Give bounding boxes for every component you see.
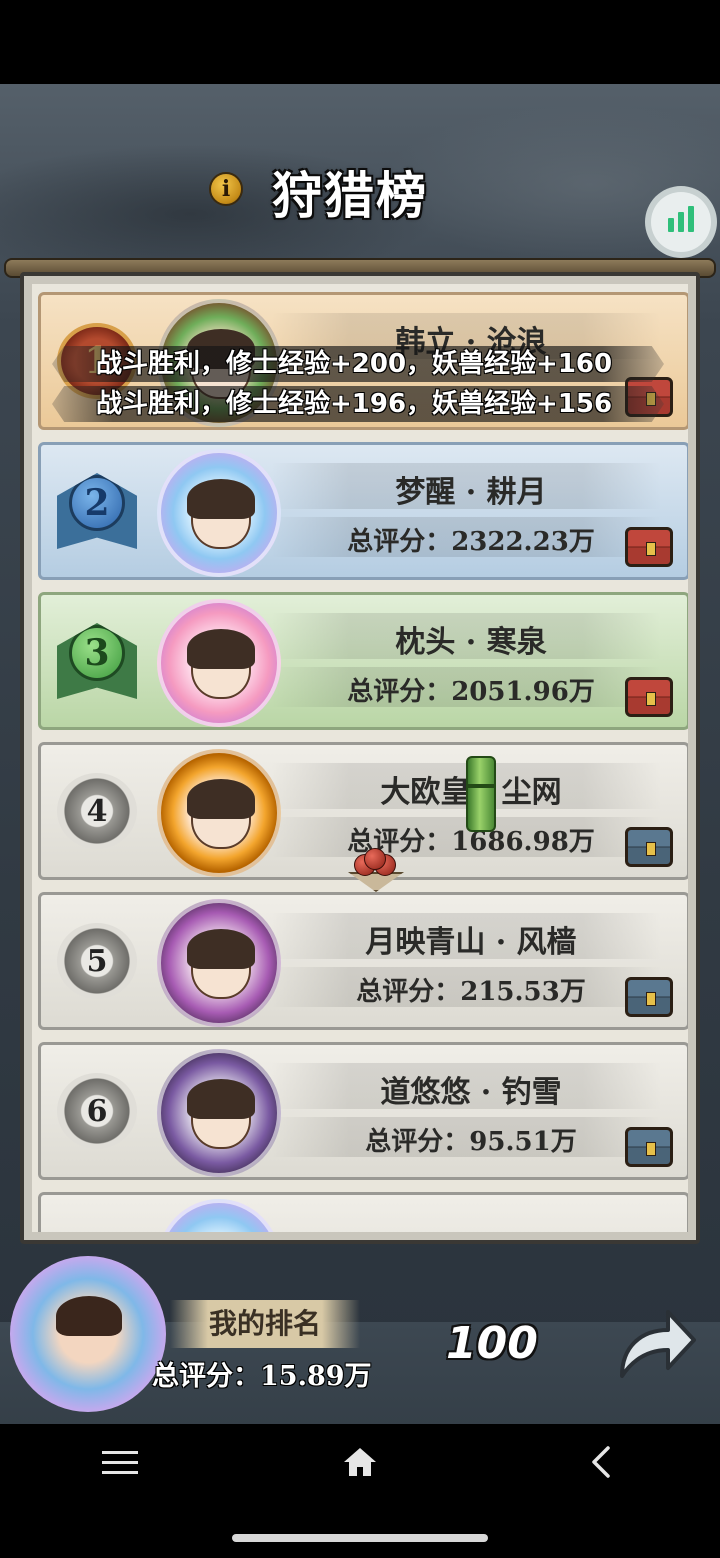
system-nav-bar [0,1424,720,1558]
player-name: 道悠悠 · 钓雪 [380,1075,562,1110]
stats-button[interactable] [645,186,717,258]
avatar-hair [187,629,255,669]
status-bar-area [0,0,720,84]
rank-badge: 6 [57,1073,137,1149]
avatar[interactable] [157,749,281,877]
rank-number: 3 [69,625,125,681]
avatar[interactable] [157,449,281,577]
leaderboard-row-partial[interactable] [38,1192,688,1232]
avatar-hair [187,1079,255,1119]
fruit-plate-icon [346,848,406,898]
my-rank-number: 100 [446,1318,538,1369]
player-name: 月映青山 · 风樯 [365,925,577,960]
blue-chest-icon[interactable] [625,827,673,867]
plate [348,872,404,892]
avatar[interactable] [157,1049,281,1177]
bar-chart-icon [668,218,674,232]
leaderboard-row[interactable]: 2 梦醒 · 耕月 总评分：2322.23万 [38,442,688,580]
rank-badge: 5 [57,923,137,999]
share-arrow-icon[interactable] [612,1296,698,1386]
avatar-hair [56,1296,122,1336]
player-score: 总评分：95.51万 [365,1127,577,1157]
player-name: 梦醒 · 耕月 [395,475,547,510]
info-icon[interactable]: i [209,172,243,206]
player-score: 总评分：215.53万 [356,977,586,1007]
my-rank-label: 我的排名 [170,1300,360,1348]
rank-badge: 3 [57,623,137,699]
blue-chest-icon[interactable] [625,977,673,1017]
bar-chart-icon [688,206,694,232]
player-name: 枕头 · 寒泉 [395,625,547,660]
menu-icon[interactable] [100,1444,140,1484]
rank-badge: 2 [57,473,137,549]
bar-chart-icon [678,212,684,232]
bamboo-item-icon [466,756,496,832]
avatar [157,1199,281,1232]
avatar-hair [187,479,255,519]
leaderboard-row[interactable]: 6 道悠悠 · 钓雪 总评分：95.51万 [38,1042,688,1180]
rank-badge: 4 [57,773,137,849]
battle-toast: 战斗胜利，修士经验+196，妖兽经验+156 [52,386,664,422]
battle-toast: 战斗胜利，修士经验+200，妖兽经验+160 [52,346,664,382]
page-title: 狩猎榜 [272,166,428,225]
title-row: i 狩猎榜 [0,152,720,225]
player-score: 总评分：2322.23万 [347,527,595,557]
leaderboard-row[interactable]: 5 月映青山 · 风樯 总评分：215.53万 [38,892,688,1030]
rank-number: 2 [69,475,125,531]
my-score: 总评分：15.89万 [152,1361,372,1392]
back-icon[interactable] [582,1442,622,1482]
leaderboard-row[interactable]: 3 枕头 · 寒泉 总评分：2051.96万 [38,592,688,730]
home-indicator[interactable] [232,1534,488,1542]
fruit [364,848,386,870]
red-chest-icon[interactable] [625,677,673,717]
leaderboard-list[interactable]: 1 韩立 · 沧浪 2 梦醒 · 耕月 总评分：2322.23万 3 枕头 · … [32,284,688,1232]
home-icon[interactable] [340,1442,380,1482]
avatar[interactable] [157,599,281,727]
avatar-hair [187,929,255,969]
blue-chest-icon[interactable] [625,1127,673,1167]
leaderboard-scene: i 狩猎榜 1 韩立 · 沧浪 2 梦醒 · 耕月 总评分：2322.23万 [0,84,720,1424]
avatar[interactable] [157,899,281,1027]
avatar-hair [187,779,255,819]
red-chest-icon[interactable] [625,527,673,567]
player-score: 总评分：2051.96万 [347,677,595,707]
my-avatar[interactable] [10,1256,166,1412]
